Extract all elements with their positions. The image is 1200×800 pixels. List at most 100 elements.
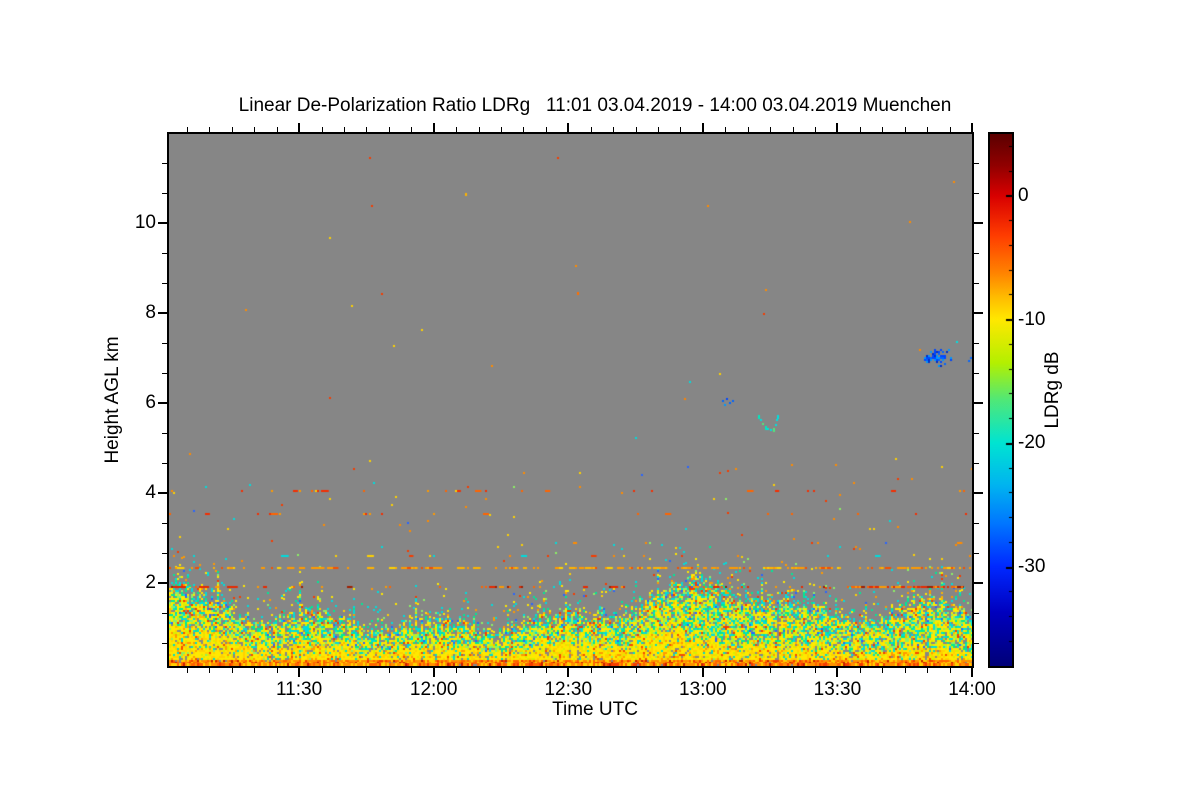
y-minor-tick (162, 433, 167, 435)
x-minor-tick (276, 668, 278, 673)
y-minor-tick (162, 163, 167, 165)
y-major-tick (974, 492, 983, 495)
y-major-tick (974, 222, 983, 225)
x-minor-tick (321, 668, 323, 673)
x-minor-tick (209, 668, 211, 673)
y-tick-label: 4 (145, 482, 156, 504)
x-minor-tick (411, 127, 413, 132)
x-minor-tick (904, 127, 906, 132)
colorbar-tick-label: 0 (1018, 184, 1029, 206)
y-minor-tick (974, 523, 979, 525)
y-minor-tick (974, 643, 979, 645)
x-major-tick (701, 123, 704, 132)
x-minor-tick (411, 668, 413, 673)
x-major-tick (836, 123, 839, 132)
x-minor-tick (635, 127, 637, 132)
x-minor-tick (613, 127, 615, 132)
y-minor-tick (974, 253, 979, 255)
x-minor-tick (747, 668, 749, 673)
colorbar-title: LDRg dB (1042, 351, 1063, 429)
colorbar-tick-label: -30 (1018, 556, 1046, 578)
colorbar-frame (988, 132, 1014, 668)
y-major-tick (974, 582, 983, 585)
x-major-tick (432, 123, 435, 132)
x-minor-tick (478, 668, 480, 673)
x-minor-tick (456, 127, 458, 132)
x-minor-tick (500, 668, 502, 673)
y-minor-tick (162, 283, 167, 285)
y-major-tick (158, 402, 167, 405)
x-minor-tick (231, 668, 233, 673)
x-tick-label: 12:30 (544, 679, 593, 700)
x-tick-label: 12:00 (409, 679, 458, 700)
x-major-tick (432, 668, 435, 677)
x-minor-tick (276, 127, 278, 132)
x-major-tick (298, 668, 301, 677)
y-minor-tick (974, 613, 979, 615)
page-title: Linear De-Polarization Ratio LDRg 11:01 … (238, 95, 952, 116)
x-minor-tick (949, 668, 951, 673)
x-minor-tick (927, 127, 929, 132)
y-major-tick (974, 402, 983, 405)
x-minor-tick (366, 668, 368, 673)
x-minor-tick (545, 127, 547, 132)
x-minor-tick (859, 127, 861, 132)
y-major-tick (974, 312, 983, 315)
y-minor-tick (162, 553, 167, 555)
y-minor-tick (974, 373, 979, 375)
x-minor-tick (927, 668, 929, 673)
x-minor-tick (814, 127, 816, 132)
x-minor-tick (747, 127, 749, 132)
x-minor-tick (680, 127, 682, 132)
x-minor-tick (343, 127, 345, 132)
x-minor-tick (680, 668, 682, 673)
x-minor-tick (366, 127, 368, 132)
x-major-tick (701, 668, 704, 677)
x-major-tick (971, 123, 973, 132)
y-minor-tick (974, 193, 979, 195)
x-minor-tick (590, 127, 592, 132)
x-major-tick (971, 668, 973, 677)
x-minor-tick (254, 668, 256, 673)
y-tick-label: 8 (145, 302, 156, 324)
y-major-tick (158, 312, 167, 315)
x-minor-tick (882, 127, 884, 132)
y-minor-tick (162, 643, 167, 645)
x-minor-tick (770, 127, 772, 132)
x-minor-tick (590, 668, 592, 673)
x-minor-tick (904, 668, 906, 673)
x-minor-tick (186, 668, 188, 673)
x-minor-tick (725, 668, 727, 673)
y-minor-tick (974, 283, 979, 285)
x-major-tick (567, 668, 570, 677)
x-minor-tick (254, 127, 256, 132)
x-minor-tick (388, 668, 390, 673)
x-minor-tick (231, 127, 233, 132)
x-minor-tick (209, 127, 211, 132)
y-minor-tick (974, 433, 979, 435)
y-minor-tick (974, 463, 979, 465)
x-minor-tick (725, 127, 727, 132)
y-minor-tick (162, 373, 167, 375)
y-minor-tick (974, 343, 979, 345)
y-major-tick (158, 582, 167, 585)
x-major-tick (567, 123, 570, 132)
x-axis-title: Time UTC (552, 699, 638, 720)
colorbar-tick-label: -10 (1018, 308, 1046, 330)
x-minor-tick (770, 668, 772, 673)
x-minor-tick (500, 127, 502, 132)
y-minor-tick (162, 523, 167, 525)
x-minor-tick (859, 668, 861, 673)
plot-frame (167, 132, 974, 668)
x-minor-tick (792, 127, 794, 132)
y-minor-tick (162, 463, 167, 465)
y-major-tick (158, 492, 167, 495)
x-major-tick (836, 668, 839, 677)
x-minor-tick (792, 668, 794, 673)
x-tick-label: 11:30 (276, 679, 323, 700)
x-minor-tick (882, 668, 884, 673)
x-minor-tick (613, 668, 615, 673)
y-minor-tick (162, 343, 167, 345)
y-minor-tick (162, 253, 167, 255)
x-major-tick (298, 123, 301, 132)
